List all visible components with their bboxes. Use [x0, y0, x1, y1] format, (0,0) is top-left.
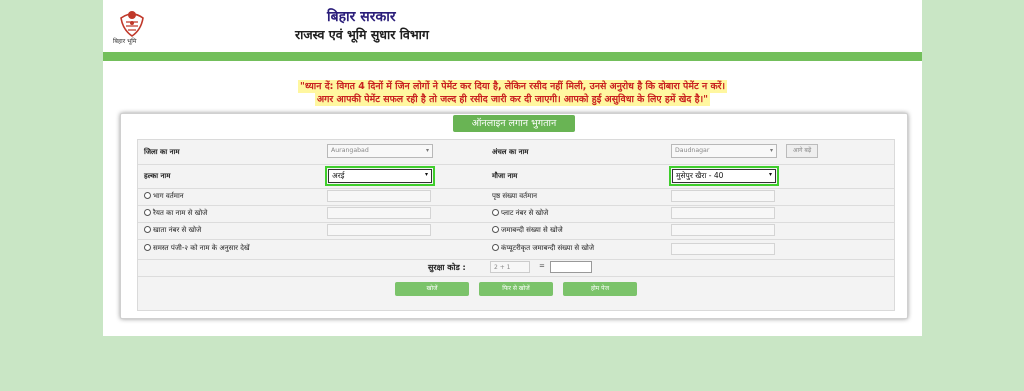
halka-label: हल्का नाम [144, 172, 171, 180]
row-bhag: भाग वर्तमान पृष्ठ संख्या वर्तमान [138, 188, 894, 206]
research-button[interactable]: फिर से खोजें [479, 282, 553, 296]
chevron-down-icon: ▾ [424, 171, 428, 178]
circle-label: अंचल का नाम [492, 148, 529, 156]
chevron-down-icon: ▾ [769, 147, 773, 154]
page-label: पृष्ठ संख्या वर्तमान [492, 192, 538, 200]
plot-input[interactable] [671, 207, 775, 219]
home-page-button[interactable]: होम पेज [563, 282, 637, 296]
jamabandi-input[interactable] [671, 224, 775, 236]
radio-icon[interactable] [144, 192, 151, 199]
notice-line-2: अगर आपकी पेमेंट सफल रही है तो जल्द ही रस… [314, 93, 711, 106]
district-label: जिला का नाम [144, 148, 180, 156]
raiyat-input[interactable] [327, 207, 431, 219]
row-samast: समस्त पंजी-२ को नाम के अनुसार देखें कंप्… [138, 239, 894, 260]
row-raiyat: रैयत का नाम से खोजे प्लाट नंबर से खोजे [138, 205, 894, 223]
computer-option[interactable]: कंप्यूटरीकृत जमाबन्दी संख्या से खोजे [492, 244, 594, 253]
captcha-answer-input[interactable] [550, 261, 592, 273]
row-actions: खोजें फिर से खोजें होम पेज [138, 276, 894, 301]
khata-option[interactable]: खाता नंबर से खोजे [144, 226, 201, 235]
mauja-label: मौजा नाम [492, 172, 518, 180]
computer-input[interactable] [671, 243, 775, 255]
halka-select[interactable]: अरई ▾ [328, 169, 432, 183]
page: बिहार भूमि बिहार सरकार राजस्व एवं भूमि स… [103, 0, 922, 336]
bhag-option[interactable]: भाग वर्तमान [144, 192, 184, 201]
logo-caption: बिहार भूमि [113, 38, 137, 45]
radio-icon[interactable] [492, 226, 499, 233]
header: बिहार भूमि बिहार सरकार राजस्व एवं भूमि स… [103, 0, 922, 52]
captcha-label: सुरक्षा कोड : [428, 263, 466, 272]
gov-title: बिहार सरकार [327, 9, 396, 25]
row-district: जिला का नाम Aurangabad ▾ अंचल का नाम Dau… [138, 140, 894, 165]
row-khata: खाता नंबर से खोजे जमाबन्दी संख्या से खोज… [138, 222, 894, 240]
circle-select[interactable]: Daudnagar ▾ [671, 144, 777, 158]
chevron-down-icon: ▾ [768, 171, 772, 178]
equals-sign: = [539, 262, 545, 270]
row-halka: हल्का नाम अरई ▾ मौजा नाम मुसेपुर खैरा - … [138, 164, 894, 189]
payment-notice: "ध्यान दें: विगत 4 दिनों में जिन लोगों न… [103, 80, 922, 106]
page-input[interactable] [671, 190, 775, 202]
captcha-question: 2 + 1 [490, 261, 530, 273]
radio-icon[interactable] [144, 209, 151, 216]
radio-icon[interactable] [492, 209, 499, 216]
samast-option[interactable]: समस्त पंजी-२ को नाम के अनुसार देखें [144, 244, 250, 253]
dept-title: राजस्व एवं भूमि सुधार विभाग [295, 27, 429, 42]
form-title: ऑनलाइन लगान भुगतान [453, 115, 575, 132]
payment-form-card: ऑनलाइन लगान भुगतान जिला का नाम Aurangaba… [120, 113, 908, 319]
radio-icon[interactable] [144, 226, 151, 233]
jamabandi-option[interactable]: जमाबन्दी संख्या से खोजे [492, 226, 563, 235]
raiyat-option[interactable]: रैयत का नाम से खोजे [144, 209, 207, 218]
district-select[interactable]: Aurangabad ▾ [327, 144, 433, 158]
radio-icon[interactable] [492, 244, 499, 251]
aage-badhe-button[interactable]: आगे बढ़ें [786, 144, 819, 158]
row-captcha: सुरक्षा कोड : 2 + 1 = [138, 259, 894, 277]
khata-input[interactable] [327, 224, 431, 236]
chevron-down-icon: ▾ [425, 147, 429, 154]
header-divider [103, 52, 922, 61]
notice-line-1: "ध्यान दें: विगत 4 दिनों में जिन लोगों न… [297, 80, 728, 93]
search-form: जिला का नाम Aurangabad ▾ अंचल का नाम Dau… [137, 139, 895, 311]
radio-icon[interactable] [144, 244, 151, 251]
bhag-input[interactable] [327, 190, 431, 202]
search-button[interactable]: खोजें [395, 282, 469, 296]
plot-option[interactable]: प्लाट नंबर से खोजे [492, 209, 548, 218]
mauja-select[interactable]: मुसेपुर खैरा - 40 ▾ [672, 169, 776, 183]
